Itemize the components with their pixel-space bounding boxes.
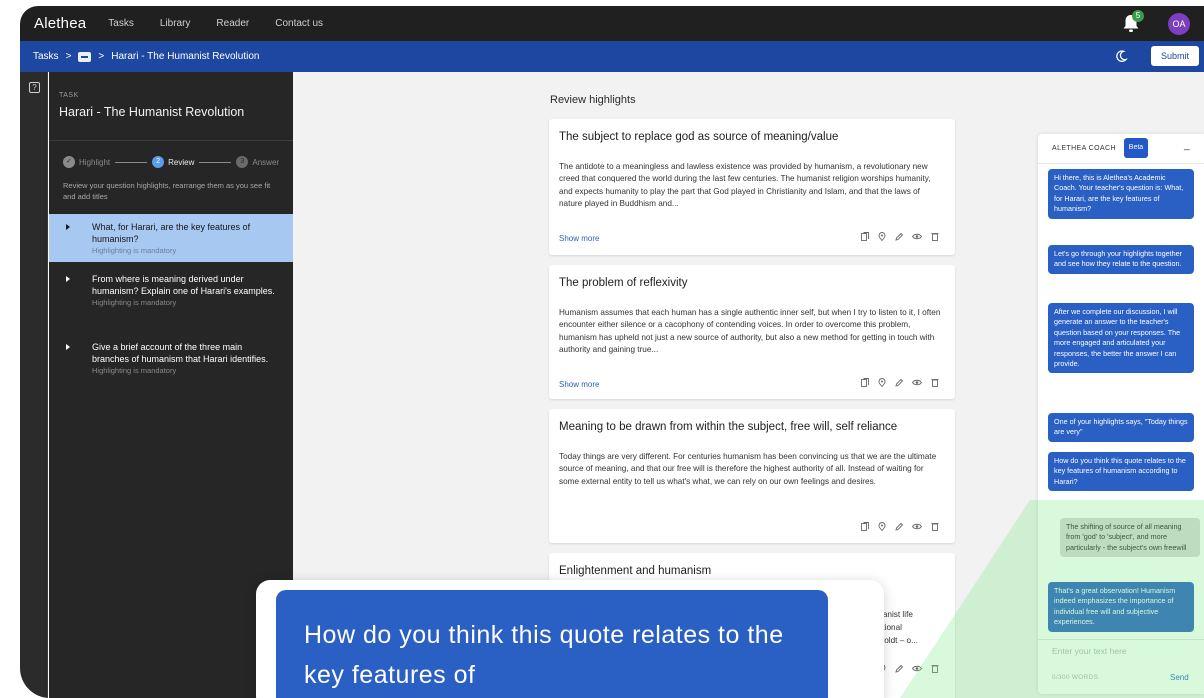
card-body: Humanism assumes that each human has a s… [559, 308, 941, 354]
question-text: What, for Harari, are the key features o… [92, 222, 251, 244]
coach-title: ALETHEA COACH [1052, 145, 1116, 152]
location-pin-icon[interactable] [878, 232, 886, 241]
coach-message: Hi there, this is Alethea's Academic Coa… [1048, 169, 1194, 219]
location-pin-icon[interactable] [878, 378, 886, 387]
show-more-link[interactable]: Show more [559, 234, 599, 243]
step-number-3: 3 [236, 156, 249, 168]
zoom-callout: How do you think this quote relates to t… [256, 580, 884, 698]
edit-pencil-icon[interactable] [895, 522, 903, 531]
coach-message: That's a great observation! Humanism ind… [1048, 582, 1194, 632]
check-icon: ✓ [63, 156, 75, 168]
eye-icon[interactable] [912, 232, 922, 241]
copy-icon[interactable] [861, 232, 869, 241]
copy-icon[interactable] [861, 522, 869, 531]
question-note: Highlighting is mandatory [92, 366, 177, 375]
location-pin-icon[interactable] [878, 522, 886, 531]
dark-mode-icon[interactable] [1114, 49, 1128, 63]
card-title[interactable]: Meaning to be drawn from within the subj… [559, 421, 897, 433]
question-item[interactable]: What, for Harari, are the key features o… [49, 214, 293, 262]
beta-badge: Beta [1124, 138, 1148, 158]
card-body: Today things are very different. For cen… [559, 452, 937, 486]
coach-message: One of your highlights says, "Today thin… [1048, 413, 1194, 442]
help-icon[interactable]: ? [29, 82, 40, 93]
task-title: Harari - The Humanist Revolution [59, 105, 245, 119]
task-description: Review your question highlights, rearran… [63, 181, 271, 201]
card-actions [861, 522, 939, 531]
divider [49, 140, 293, 141]
trash-icon[interactable] [931, 378, 939, 387]
card-title[interactable]: The problem of reflexivity [559, 277, 687, 289]
task-caption: TASK [59, 92, 79, 99]
zoomed-message: How do you think this quote relates to t… [276, 590, 828, 698]
card-actions [861, 232, 939, 241]
breadcrumb-separator: > [65, 51, 72, 62]
trash-icon[interactable] [931, 232, 939, 241]
step-review[interactable]: Review [168, 158, 194, 167]
message-input[interactable]: Enter your text here [1052, 646, 1127, 656]
caret-right-icon [66, 224, 70, 230]
card-actions [861, 378, 939, 387]
card-title[interactable]: Enlightenment and humanism [559, 565, 711, 577]
question-text: From where is meaning derived under huma… [92, 274, 275, 296]
coach-message: Let's go through your highlights togethe… [1048, 245, 1194, 274]
highlight-card[interactable]: The subject to replace god as source of … [549, 119, 955, 255]
trash-icon[interactable] [931, 664, 939, 673]
nav-library[interactable]: Library [160, 18, 191, 29]
nav-contact-us[interactable]: Contact us [275, 18, 323, 29]
avatar[interactable]: OA [1168, 13, 1190, 35]
question-note: Highlighting is mandatory [92, 246, 177, 255]
app-window: Alethea Tasks Library Reader Contact us … [20, 6, 1204, 698]
user-message: The shifting of source of all meaning fr… [1060, 518, 1200, 558]
top-nav: Alethea Tasks Library Reader Contact us … [20, 6, 1204, 41]
highlight-card[interactable]: The problem of reflexivity Humanism assu… [549, 265, 955, 399]
left-rail: ? [20, 72, 48, 698]
eye-icon[interactable] [912, 378, 922, 387]
question-text: Give a brief account of the three main b… [92, 342, 269, 364]
question-item[interactable]: From where is meaning derived under huma… [49, 266, 293, 314]
breadcrumb: Tasks > > Harari - The Humanist Revoluti… [20, 41, 1204, 72]
step-connector [115, 161, 148, 163]
caret-right-icon [66, 276, 70, 282]
notification-badge: 5 [1132, 10, 1144, 22]
coach-message: How do you think this quote relates to t… [1048, 452, 1194, 492]
nav-reader[interactable]: Reader [216, 18, 249, 29]
show-more-link[interactable]: Show more [559, 380, 599, 389]
edit-pencil-icon[interactable] [895, 664, 903, 673]
step-number-2: 2 [152, 156, 165, 168]
breadcrumb-tasks[interactable]: Tasks [33, 51, 59, 62]
eye-icon[interactable] [912, 522, 922, 531]
word-count: 0/300 WORDS [1052, 674, 1099, 681]
edit-pencil-icon[interactable] [895, 378, 903, 387]
trash-icon[interactable] [931, 522, 939, 531]
eye-icon[interactable] [912, 664, 922, 673]
highlight-card[interactable]: Meaning to be drawn from within the subj… [549, 409, 955, 543]
send-button[interactable]: Send [1170, 673, 1189, 682]
minimize-icon[interactable]: _ [1184, 140, 1190, 151]
brand-logo[interactable]: Alethea [34, 15, 86, 32]
card-body: The antidote to a meaningless and lawles… [559, 162, 931, 208]
step-answer[interactable]: Answer [252, 158, 279, 167]
card-title[interactable]: The subject to replace god as source of … [559, 131, 838, 143]
step-progress: ✓ Highlight 2 Review 3 Answer [63, 156, 279, 168]
coach-header: ALETHEA COACH Beta _ [1038, 134, 1204, 164]
submit-button[interactable]: Submit [1151, 46, 1199, 66]
breadcrumb-separator: > [98, 51, 105, 62]
review-heading: Review highlights [550, 94, 636, 106]
divider [1038, 639, 1204, 640]
caret-right-icon [66, 344, 70, 350]
folder-icon[interactable] [78, 51, 92, 62]
coach-panel: ALETHEA COACH Beta _ Hi there, this is A… [1038, 134, 1204, 694]
copy-icon[interactable] [861, 378, 869, 387]
breadcrumb-current: Harari - The Humanist Revolution [111, 51, 260, 62]
step-highlight[interactable]: Highlight [79, 158, 110, 167]
step-connector [199, 161, 232, 163]
edit-pencil-icon[interactable] [895, 232, 903, 241]
nav-tasks[interactable]: Tasks [108, 18, 134, 29]
question-note: Highlighting is mandatory [92, 298, 177, 307]
question-item[interactable]: Give a brief account of the three main b… [49, 334, 293, 382]
coach-message: After we complete our discussion, I will… [1048, 303, 1194, 374]
